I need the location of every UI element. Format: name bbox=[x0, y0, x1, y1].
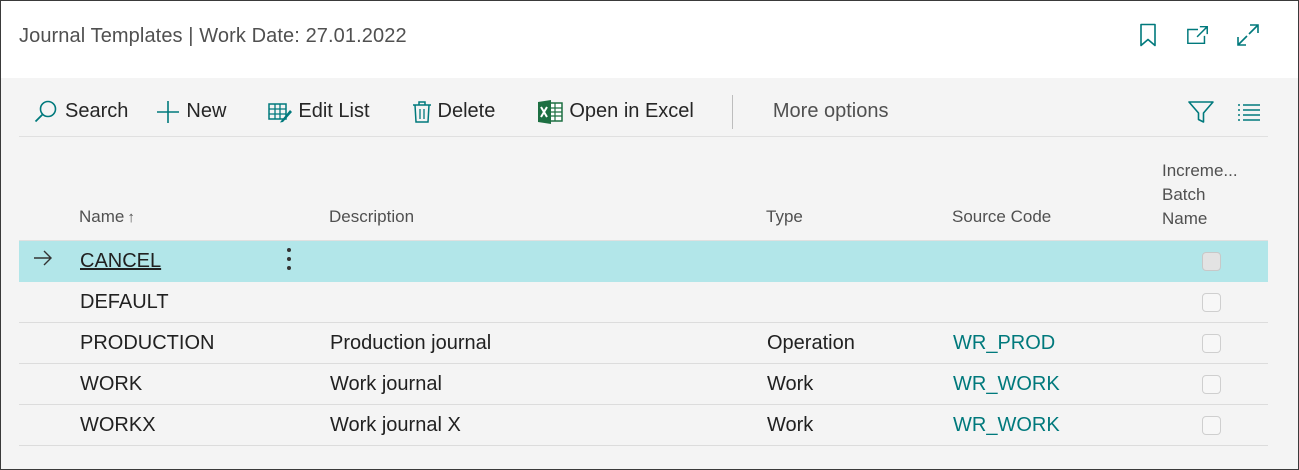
delete-button[interactable]: Delete bbox=[404, 90, 504, 134]
bookmark-icon[interactable] bbox=[1136, 21, 1160, 49]
column-header-increment-batch-name[interactable]: Increme... Batch Name bbox=[1162, 159, 1262, 231]
row-source-code[interactable]: WR_PROD bbox=[953, 332, 1055, 355]
toolbar-divider bbox=[731, 94, 733, 129]
delete-label: Delete bbox=[437, 100, 496, 122]
row-type: Work bbox=[767, 373, 814, 395]
row-name[interactable]: PRODUCTION bbox=[80, 332, 214, 355]
row-name[interactable]: WORKX bbox=[80, 414, 156, 437]
action-bar: Search New Edit List Delete Open in Exce… bbox=[19, 87, 1268, 137]
column-header-name[interactable]: Name ↑ bbox=[79, 207, 135, 227]
row-source-code[interactable]: WR_WORK bbox=[953, 414, 1060, 437]
increment-batch-name-checkbox[interactable] bbox=[1202, 293, 1221, 312]
row-type: Operation bbox=[767, 332, 855, 354]
column-increment-line1: Increme... bbox=[1162, 161, 1238, 180]
journal-templates-table: Name ↑ Description Type Source Code Incre… bbox=[19, 138, 1268, 446]
column-increment-line2: Batch bbox=[1162, 185, 1206, 204]
title-actions bbox=[1136, 21, 1260, 49]
open-in-excel-button[interactable]: Open in Excel bbox=[529, 90, 702, 134]
table-row[interactable]: CANCEL bbox=[19, 241, 1268, 282]
open-new-window-icon[interactable] bbox=[1186, 21, 1210, 49]
increment-batch-name-checkbox[interactable] bbox=[1202, 375, 1221, 394]
table-row[interactable]: PRODUCTION Production journal Operation … bbox=[19, 323, 1268, 364]
list-view-icon[interactable] bbox=[1236, 99, 1262, 125]
page-title: Journal Templates | Work Date: 27.01.202… bbox=[19, 25, 407, 47]
toolbar-right bbox=[1188, 99, 1262, 125]
current-row-arrow-icon bbox=[33, 248, 53, 274]
row-description: Work journal bbox=[330, 373, 442, 395]
edit-list-icon bbox=[268, 102, 293, 122]
search-button[interactable]: Search bbox=[25, 90, 136, 134]
search-label: Search bbox=[65, 100, 129, 122]
row-actions-menu-icon[interactable] bbox=[281, 246, 297, 278]
excel-icon bbox=[538, 99, 564, 124]
more-options-button[interactable]: More options bbox=[765, 90, 897, 134]
more-options-label: More options bbox=[772, 100, 889, 122]
search-icon bbox=[34, 100, 57, 122]
table-row[interactable]: WORK Work journal Work WR_WORK bbox=[19, 364, 1268, 405]
new-label: New bbox=[186, 100, 227, 122]
increment-batch-name-checkbox[interactable] bbox=[1202, 252, 1221, 271]
plus-icon bbox=[157, 100, 180, 123]
title-bar: Journal Templates | Work Date: 27.01.202… bbox=[1, 1, 1298, 78]
row-name-link[interactable]: CANCEL bbox=[80, 250, 161, 273]
column-header-source-code[interactable]: Source Code bbox=[952, 207, 1051, 227]
increment-batch-name-checkbox[interactable] bbox=[1202, 416, 1221, 435]
row-source-code[interactable]: WR_WORK bbox=[953, 373, 1060, 396]
row-name[interactable]: WORK bbox=[80, 373, 142, 396]
column-header-description[interactable]: Description bbox=[329, 207, 414, 227]
row-description: Production journal bbox=[330, 332, 492, 354]
row-description: Work journal X bbox=[330, 414, 461, 436]
row-type: Work bbox=[767, 414, 814, 436]
table-row[interactable]: DEFAULT bbox=[19, 282, 1268, 323]
new-button[interactable]: New bbox=[148, 90, 234, 134]
expand-icon[interactable] bbox=[1236, 21, 1260, 49]
trash-icon bbox=[412, 100, 431, 123]
sort-ascending-icon: ↑ bbox=[127, 209, 135, 226]
column-increment-line3: Name bbox=[1162, 209, 1208, 228]
table-row[interactable]: WORKX Work journal X Work WR_WORK bbox=[19, 405, 1268, 446]
edit-list-button[interactable]: Edit List bbox=[260, 90, 377, 134]
table-header: Name ↑ Description Type Source Code Incre… bbox=[19, 138, 1268, 241]
row-name[interactable]: DEFAULT bbox=[80, 291, 169, 314]
open-in-excel-label: Open in Excel bbox=[569, 100, 694, 122]
journal-templates-window: Journal Templates | Work Date: 27.01.202… bbox=[0, 0, 1299, 470]
edit-list-label: Edit List bbox=[298, 100, 370, 122]
column-name-label: Name bbox=[79, 207, 125, 226]
filter-icon[interactable] bbox=[1188, 99, 1214, 125]
column-header-type[interactable]: Type bbox=[766, 207, 803, 227]
increment-batch-name-checkbox[interactable] bbox=[1202, 334, 1221, 353]
